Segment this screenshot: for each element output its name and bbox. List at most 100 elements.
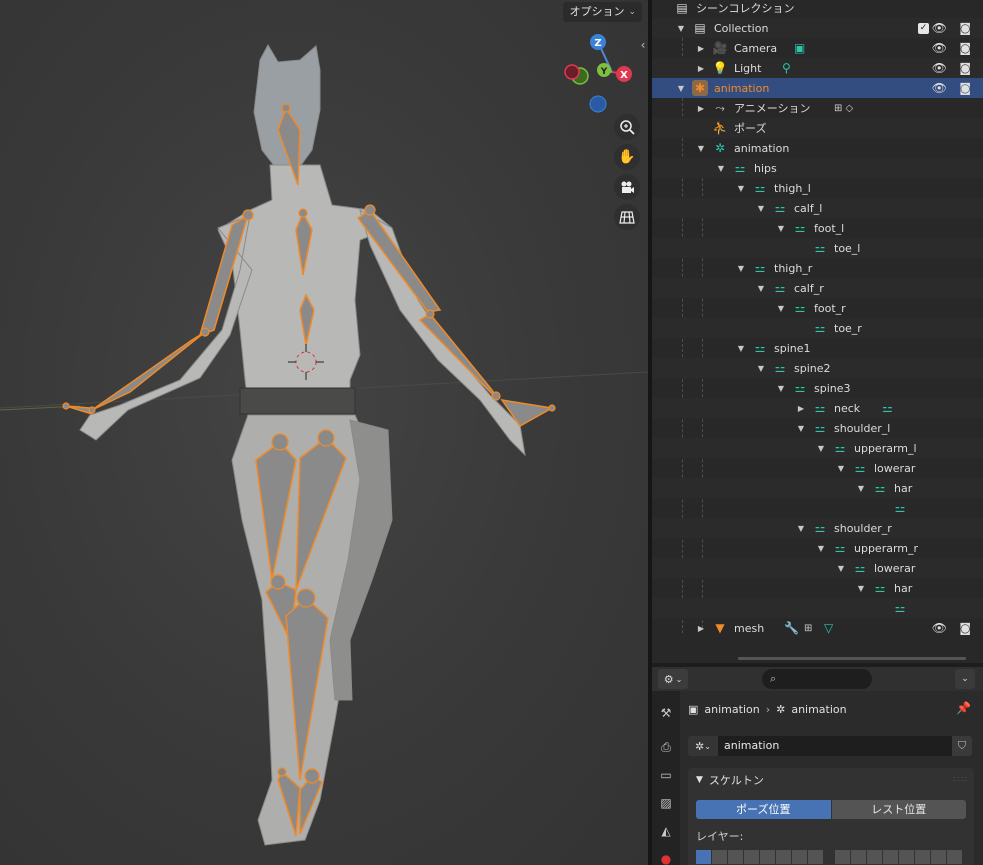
pin-icon[interactable]: 📌 bbox=[956, 701, 971, 715]
expand-arrow-icon[interactable]: ▼ bbox=[836, 564, 846, 573]
bone-row[interactable]: ▼ ⚍ lowerar bbox=[652, 458, 983, 478]
expand-arrow-icon[interactable]: ▼ bbox=[856, 584, 866, 593]
editor-type-button[interactable]: ⚙ ⌄ bbox=[658, 669, 688, 689]
armature-datablock-selector[interactable]: ✲ ⌄ animation ⛉ bbox=[688, 736, 972, 756]
bone-row[interactable]: ▼ ⚍ spine2 bbox=[652, 358, 983, 378]
expand-arrow-icon[interactable]: ▼ bbox=[856, 484, 866, 493]
bone-row[interactable]: ⚍ bbox=[652, 498, 983, 518]
layer-toggle[interactable] bbox=[899, 850, 914, 864]
bone-row[interactable]: ▼ ⚍ thigh_l bbox=[652, 178, 983, 198]
render-tab-icon[interactable]: ⎙ bbox=[656, 737, 676, 757]
drag-grip-icon[interactable]: :::: bbox=[953, 774, 968, 783]
expand-arrow-icon[interactable]: ▶ bbox=[796, 404, 806, 413]
bone-row[interactable]: ▼ ⚍ foot_r bbox=[652, 298, 983, 318]
outliner[interactable]: ▤ シーンコレクション ▼ ▤ Collection ✓ 👁 ◙ ▶ 🎥 Cam… bbox=[652, 0, 983, 663]
render-camera-icon[interactable]: ◙ bbox=[959, 61, 971, 75]
viewport-options-dropdown[interactable]: オプション ⌄ bbox=[563, 2, 642, 22]
bone-row[interactable]: ⚍ toe_l bbox=[652, 238, 983, 258]
camera-row[interactable]: ▶ 🎥 Camera ▣ 👁 ◙ bbox=[652, 38, 983, 58]
layer-toggle[interactable] bbox=[760, 850, 775, 864]
view-layer-tab-icon[interactable]: ▨ bbox=[656, 793, 676, 813]
camera-data-icon[interactable]: ▣ bbox=[794, 41, 805, 55]
layer-toggle[interactable] bbox=[947, 850, 962, 864]
horizontal-scrollbar[interactable] bbox=[738, 657, 966, 660]
layer-toggle[interactable] bbox=[792, 850, 807, 864]
render-camera-icon[interactable]: ◙ bbox=[959, 621, 971, 635]
expand-arrow-icon[interactable]: ▶ bbox=[696, 624, 706, 633]
skeleton-panel-header[interactable]: ▼ スケルトン bbox=[696, 772, 764, 788]
zoom-icon[interactable] bbox=[614, 114, 640, 140]
eye-icon[interactable]: 👁 bbox=[932, 21, 947, 35]
pose-row[interactable]: ⛹ ポーズ bbox=[652, 118, 983, 138]
expand-arrow-icon[interactable]: ▼ bbox=[756, 364, 766, 373]
expand-arrow-icon[interactable]: ▼ bbox=[776, 304, 786, 313]
vertex-groups-icon[interactable]: ⊞ bbox=[804, 623, 812, 634]
pose-position-button[interactable]: ポーズ位置 bbox=[696, 800, 831, 819]
viewport-scene[interactable]: Z X Y bbox=[0, 0, 648, 865]
world-tab-icon[interactable]: ● bbox=[656, 849, 676, 865]
light-row[interactable]: ▶ 💡 Light ⚲ 👁 ◙ bbox=[652, 58, 983, 78]
bone-row[interactable]: ▼ ⚍ spine3 bbox=[652, 378, 983, 398]
animation-data-row[interactable]: ▶ ⤳ アニメーション ⊞ ◇ bbox=[652, 98, 983, 118]
datablock-name-field[interactable]: animation bbox=[718, 736, 952, 756]
render-camera-icon[interactable]: ◙ bbox=[959, 41, 971, 55]
3d-viewport[interactable]: Z X Y オプション ⌄ ‹ ✋ bbox=[0, 0, 648, 865]
light-data-icon[interactable]: ⚲ bbox=[782, 61, 791, 75]
bone-child-icon[interactable]: ⚍ bbox=[882, 401, 893, 415]
layer-toggle[interactable] bbox=[835, 850, 850, 864]
layer-toggle[interactable] bbox=[712, 850, 727, 864]
properties-editor[interactable]: ⚙ ⌄ ⌕ ⌄ ⚒ ⎙ ▭ ▨ ◭ ● ▣ animation › ✲ anim… bbox=[652, 667, 983, 865]
expand-arrow-icon[interactable]: ▼ bbox=[756, 284, 766, 293]
camera-icon[interactable] bbox=[614, 174, 640, 200]
expand-arrow-icon[interactable]: ▼ bbox=[816, 444, 826, 453]
expand-arrow-icon[interactable]: ▶ bbox=[696, 64, 706, 73]
modifier-wrench-icon[interactable]: 🔧 bbox=[784, 621, 799, 635]
layer-toggle[interactable] bbox=[931, 850, 946, 864]
expand-arrow-icon[interactable]: ▼ bbox=[696, 144, 706, 153]
armature-data-row[interactable]: ▼ ✲ animation bbox=[652, 138, 983, 158]
search-input[interactable]: ⌕ bbox=[762, 669, 872, 689]
expand-arrow-icon[interactable]: ▼ bbox=[676, 24, 686, 33]
bone-row[interactable]: ⚍ bbox=[652, 598, 983, 618]
layer-toggle[interactable] bbox=[808, 850, 823, 864]
bone-row[interactable]: ▼ ⚍ calf_l bbox=[652, 198, 983, 218]
mesh-data-icon[interactable]: ▽ bbox=[824, 621, 833, 635]
layer-toggle[interactable] bbox=[728, 850, 743, 864]
layer-toggle[interactable] bbox=[776, 850, 791, 864]
sidebar-toggle-arrow-icon[interactable]: ‹ bbox=[638, 36, 648, 54]
expand-arrow-icon[interactable]: ▼ bbox=[736, 184, 746, 193]
bone-row[interactable]: ▶ ⚍ neck ⚍ bbox=[652, 398, 983, 418]
bone-row[interactable]: ▼ ⚍ spine1 bbox=[652, 338, 983, 358]
bone-row[interactable]: ▼ ⚍ foot_l bbox=[652, 218, 983, 238]
eye-icon[interactable]: 👁 bbox=[932, 621, 947, 635]
bone-row[interactable]: ▼ ⚍ har bbox=[652, 478, 983, 498]
expand-arrow-icon[interactable]: ▼ bbox=[736, 344, 746, 353]
expand-arrow-icon[interactable]: ▼ bbox=[776, 384, 786, 393]
grid-icon[interactable] bbox=[614, 204, 640, 230]
tool-tab-icon[interactable]: ⚒ bbox=[656, 703, 676, 723]
layer-toggle[interactable] bbox=[851, 850, 866, 864]
expand-arrow-icon[interactable]: ▶ bbox=[696, 104, 706, 113]
expand-arrow-icon[interactable]: ▼ bbox=[796, 424, 806, 433]
hand-icon[interactable]: ✋ bbox=[614, 144, 640, 170]
expand-arrow-icon[interactable]: ▼ bbox=[776, 224, 786, 233]
expand-arrow-icon[interactable]: ▼ bbox=[756, 204, 766, 213]
bone-row[interactable]: ▼ ⚍ thigh_r bbox=[652, 258, 983, 278]
expand-arrow-icon[interactable]: ▼ bbox=[736, 264, 746, 273]
expand-arrow-icon[interactable]: ▼ bbox=[836, 464, 846, 473]
layer-toggle[interactable] bbox=[915, 850, 930, 864]
exclude-checkbox[interactable]: ✓ bbox=[918, 22, 929, 34]
bone-row[interactable]: ⚍ toe_r bbox=[652, 318, 983, 338]
bone-row[interactable]: ▼ ⚍ upperarm_r bbox=[652, 538, 983, 558]
bone-row[interactable]: ▼ ⚍ har bbox=[652, 578, 983, 598]
scene-tab-icon[interactable]: ◭ bbox=[656, 821, 676, 841]
expand-arrow-icon[interactable]: ▼ bbox=[716, 164, 726, 173]
layer-toggle[interactable] bbox=[744, 850, 759, 864]
bone-row[interactable]: ▼ ⚍ calf_r bbox=[652, 278, 983, 298]
bone-row[interactable]: ▼ ⚍ lowerar bbox=[652, 558, 983, 578]
armature-object-row[interactable]: ▼ ✱ animation 👁 ◙ bbox=[652, 78, 983, 98]
collection-row[interactable]: ▼ ▤ Collection ✓ 👁 ◙ bbox=[652, 18, 983, 38]
layer-toggle[interactable] bbox=[883, 850, 898, 864]
bone-row[interactable]: ▼ ⚍ shoulder_l bbox=[652, 418, 983, 438]
fake-user-shield-icon[interactable]: ⛉ bbox=[952, 736, 972, 756]
